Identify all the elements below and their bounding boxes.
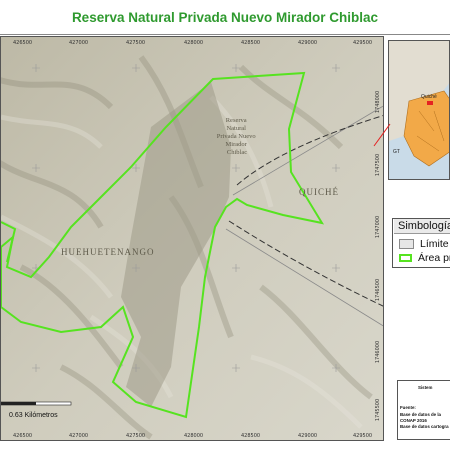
x-tick-top: 429000	[298, 40, 318, 46]
area-swatch-icon	[399, 254, 412, 262]
title-bar: Reserva Natural Privada Nuevo Mirador Ch…	[0, 0, 450, 35]
info-line: Base de datos cartogra	[400, 424, 449, 429]
region-label-east: QUICHÉ	[299, 187, 339, 197]
x-tick-bottom: 427500	[126, 433, 146, 439]
area-label-line: Natural	[226, 125, 246, 132]
info-source-label: Fuente:	[400, 405, 416, 410]
legend-item-label: Límite	[420, 238, 449, 250]
area-label-line: Mirador	[226, 141, 248, 148]
x-tick-bottom: 427000	[69, 433, 89, 439]
legend: Simbología Límite Área pr	[392, 218, 450, 268]
location-inset-map[interactable]: Quiché GT	[388, 40, 450, 180]
inset-country-code: GT	[393, 149, 400, 155]
y-tick-right: 1745500	[375, 398, 382, 422]
x-tick-bottom: 428500	[241, 433, 261, 439]
x-tick-top: 428000	[184, 40, 204, 46]
area-label-line: Privada Nuevo	[217, 133, 256, 140]
x-tick-top: 428500	[241, 40, 261, 46]
info-line: Base de datos de la	[400, 412, 441, 417]
inset-label: Quiché	[421, 94, 437, 100]
legend-item-limit: Límite	[399, 238, 449, 250]
x-tick-top: 429500	[353, 40, 373, 46]
x-tick-top: 427000	[69, 40, 89, 46]
limit-swatch-icon	[399, 239, 414, 249]
info-title: Sistem	[418, 385, 433, 390]
inset-canvas: Quiché GT	[389, 41, 449, 179]
scale-label: 0.63 Kilómetros	[9, 412, 58, 419]
x-tick-top: 426500	[13, 40, 33, 46]
map-canvas[interactable]: Reserva Natural Privada Nuevo Mirador Ch…	[1, 37, 384, 441]
legend-item-protected-area: Área pr	[399, 252, 450, 264]
x-tick-bottom: 429500	[353, 433, 373, 439]
y-tick-right: 1746500	[375, 278, 382, 302]
x-tick-bottom: 428000	[184, 433, 204, 439]
locator-arrow	[373, 123, 391, 147]
legend-title: Simbología	[394, 219, 450, 234]
info-line: CONAP 2016	[400, 418, 427, 423]
area-label-line: Reserva	[226, 117, 247, 124]
map-title: Reserva Natural Privada Nuevo Mirador Ch…	[71, 9, 379, 25]
x-tick-top: 427500	[126, 40, 146, 46]
x-tick-bottom: 426500	[13, 433, 33, 439]
x-tick-bottom: 429000	[298, 433, 318, 439]
legend-item-label: Área pr	[418, 252, 450, 264]
region-label-west: HUEHUETENANGO	[61, 247, 155, 257]
inset-location-marker	[427, 101, 433, 105]
main-map[interactable]: Reserva Natural Privada Nuevo Mirador Ch…	[0, 36, 384, 441]
y-tick-right: 1746000	[375, 340, 382, 364]
y-tick-right: 1747000	[375, 215, 382, 239]
info-box: Sistem Fuente: Base de datos de la CONAP…	[397, 380, 450, 440]
y-tick-right: 1747500	[375, 153, 382, 177]
y-tick-right: 1748000	[375, 90, 382, 114]
area-label-line: Chiblac	[227, 149, 247, 156]
